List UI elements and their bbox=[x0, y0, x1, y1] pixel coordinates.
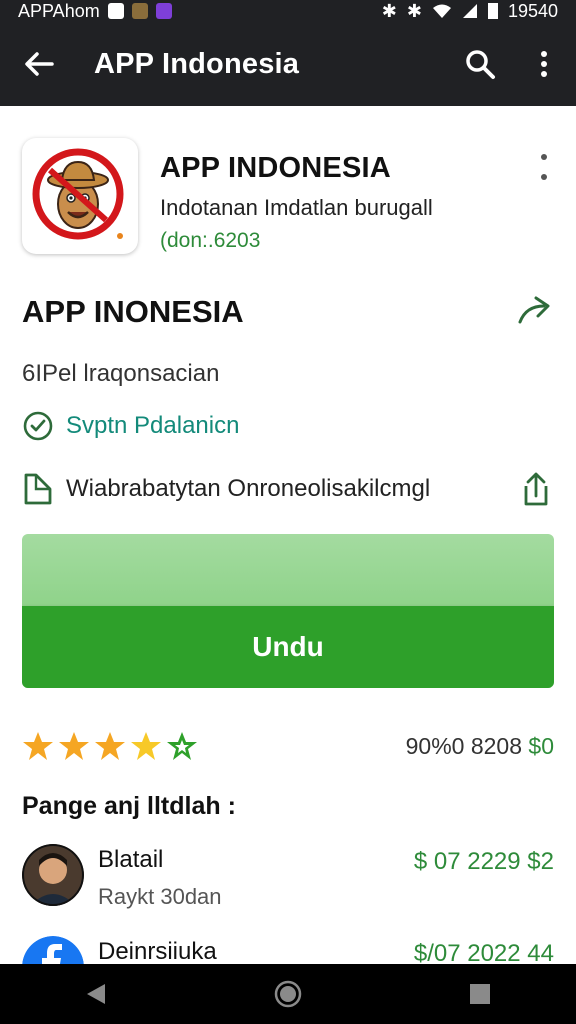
list-item[interactable]: Blatail Raykt 30dan $ 07 2229 $2 bbox=[22, 844, 554, 910]
overflow-menu-button[interactable] bbox=[512, 22, 576, 106]
item-name: Blatail bbox=[98, 846, 164, 873]
circle-home-icon bbox=[274, 980, 302, 1008]
item-subtitle: Raykt 30dan bbox=[98, 884, 222, 909]
more-vert-dot bbox=[541, 174, 547, 180]
nav-home-button[interactable] bbox=[258, 964, 318, 1024]
search-icon bbox=[466, 50, 495, 79]
arrow-back-icon bbox=[25, 52, 54, 76]
bluetooth-icon: ✱ bbox=[381, 0, 397, 21]
nav-back-button[interactable] bbox=[66, 964, 126, 1024]
app-header: APP INDONESIA Indotanan Imdatlan burugal… bbox=[22, 138, 554, 258]
rating-count: 90%0 8208 bbox=[405, 732, 523, 759]
download-progress-area bbox=[22, 534, 554, 606]
website-label: Wiabrabatytan Onroneolisakilcmgl bbox=[66, 475, 431, 502]
star-icon bbox=[59, 732, 89, 760]
person-photo bbox=[22, 844, 84, 906]
triangle-back-icon bbox=[87, 984, 105, 1004]
check-circle-icon bbox=[23, 411, 53, 441]
app-version: (don:.6203 bbox=[160, 229, 261, 252]
item-price: $ 07 2229 $2 bbox=[413, 848, 554, 875]
section-title: APP INONESIA bbox=[22, 294, 244, 329]
avatar bbox=[22, 844, 84, 906]
star-icon bbox=[95, 732, 125, 760]
back-button[interactable] bbox=[0, 22, 78, 106]
notification-app-icon bbox=[155, 3, 172, 19]
verified-row: Svptn Pdalanicn bbox=[22, 410, 239, 442]
battery-icon bbox=[487, 3, 498, 19]
verified-label: Svptn Pdalanicn bbox=[66, 412, 240, 439]
rating-value: 90%0 8208 $0 bbox=[406, 733, 554, 760]
star-rating[interactable] bbox=[22, 731, 198, 761]
search-button[interactable] bbox=[448, 22, 512, 106]
system-nav-bar bbox=[0, 964, 576, 1024]
download-panel: Undu bbox=[22, 534, 554, 688]
upload-share-icon bbox=[524, 472, 548, 506]
signal-icon bbox=[462, 4, 477, 18]
app-name: APP INDONESIA bbox=[160, 152, 391, 184]
clock: 19540 bbox=[507, 0, 558, 21]
star-icon bbox=[131, 732, 161, 760]
list-title: Pange anj lltdlah : bbox=[22, 792, 236, 820]
share-button[interactable] bbox=[516, 292, 554, 330]
nav-recents-button[interactable] bbox=[450, 964, 510, 1024]
app-subtitle: 6IPel lraqonsacian bbox=[22, 360, 220, 387]
top-app-bar: APP Indonesia bbox=[0, 22, 576, 106]
more-vert-icon bbox=[541, 154, 547, 160]
more-vert-icon bbox=[541, 51, 547, 77]
download-button[interactable]: Undu bbox=[22, 606, 554, 688]
star-outline-icon bbox=[167, 732, 197, 760]
status-carrier-text: APPAhom bbox=[18, 0, 100, 21]
app-icon[interactable] bbox=[22, 138, 138, 254]
website-row[interactable]: Wiabrabatytan Onroneolisakilcmgl bbox=[22, 470, 554, 508]
status-bar: APPAhom ✱ ✱ 19540 bbox=[0, 0, 576, 22]
app-bar-title: APP Indonesia bbox=[94, 47, 300, 80]
rating-price: $0 bbox=[528, 732, 554, 759]
cowboy-mascot-logo bbox=[32, 148, 124, 240]
star-icon bbox=[23, 732, 53, 760]
wifi-icon bbox=[432, 4, 451, 18]
open-external-button[interactable] bbox=[518, 470, 554, 508]
notification-app-icon bbox=[131, 3, 148, 19]
document-icon bbox=[24, 473, 52, 505]
notification-app-icon bbox=[107, 3, 124, 19]
vibrate-icon: ✱ bbox=[406, 0, 422, 21]
square-recents-icon bbox=[470, 984, 490, 1004]
share-arrow-icon bbox=[518, 296, 550, 324]
app-more-button[interactable] bbox=[534, 152, 554, 182]
item-name: Deinrsiiuka bbox=[98, 938, 217, 965]
rating-row: 90%0 8208 $0 bbox=[22, 726, 554, 766]
app-developer: Indotanan Imdatlan burugall bbox=[160, 195, 433, 220]
